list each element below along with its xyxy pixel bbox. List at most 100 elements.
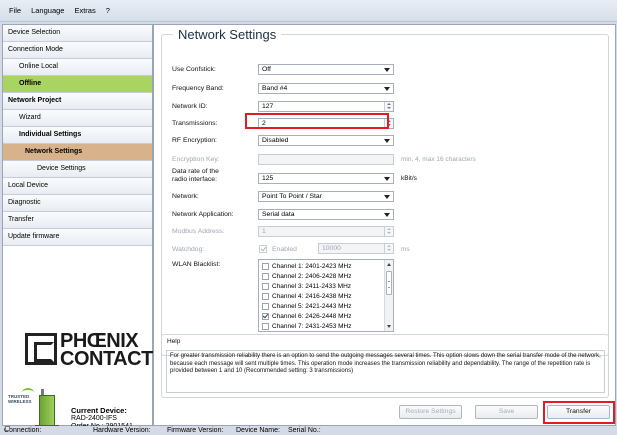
network-id-label: Network ID: — [172, 103, 208, 110]
watchdog-value: 10000 — [322, 245, 341, 252]
wlan-channel-5[interactable]: Channel 5: 2421-2443 MHz — [262, 303, 352, 311]
channel-1-checkbox[interactable] — [262, 263, 269, 270]
use-confstick-select[interactable]: Off — [258, 64, 394, 75]
phoenix-contact-logo: PHŒNIX CONTACT — [25, 330, 153, 385]
data-rate-label: Data rate of the radio interface: — [172, 168, 219, 183]
modbus-address-label: Modbus Address: — [172, 228, 225, 235]
scroll-down-icon[interactable] — [387, 325, 391, 328]
channel-7-checkbox[interactable] — [262, 323, 269, 330]
channel-5-checkbox[interactable] — [262, 303, 269, 310]
phoenix-logo-icon — [25, 333, 57, 365]
modbus-address-stepper[interactable]: 1 — [258, 226, 394, 237]
frequency-band-value: Band #4 — [262, 85, 288, 92]
use-confstick-value: Off — [262, 66, 271, 73]
wlan-channel-7[interactable]: Channel 7: 2431-2453 MHz — [262, 323, 352, 331]
save-button[interactable]: Save — [475, 405, 538, 419]
chevron-down-icon — [384, 195, 390, 199]
status-hardware-version: Hardware Version: — [93, 427, 151, 434]
watchdog-enabled-checkbox[interactable] — [259, 245, 267, 253]
network-value: Point To Point / Star — [262, 193, 322, 200]
scroll-thumb[interactable] — [386, 271, 392, 295]
channel-2-label: Channel 2: 2406-2428 MHz — [272, 273, 352, 281]
network-settings-group: Network Settings Use Confstick: Off Freq… — [161, 27, 609, 356]
spinner-icon[interactable] — [384, 227, 393, 236]
channel-7-label: Channel 7: 2431-2453 MHz — [272, 323, 352, 331]
sidebar-item-connection-mode[interactable]: Connection Mode — [3, 42, 152, 59]
spinner-icon[interactable] — [384, 102, 393, 111]
wlan-channel-3[interactable]: Channel 3: 2411-2433 MHz — [262, 283, 351, 291]
sidebar-item-network-settings[interactable]: Network Settings — [3, 144, 152, 161]
status-firmware-version: Firmware Version: — [167, 427, 224, 434]
data-rate-label-line2: radio interface: — [172, 175, 217, 183]
network-application-label: Network Application: — [172, 211, 234, 218]
frequency-band-select[interactable]: Band #4 — [258, 83, 394, 94]
restore-settings-button[interactable]: Restore Settings — [399, 405, 462, 419]
menu-bar: File Language Extras ? — [0, 0, 617, 22]
network-id-value: 127 — [262, 103, 274, 110]
network-select[interactable]: Point To Point / Star — [258, 191, 394, 202]
data-rate-unit: kBit/s — [401, 175, 417, 182]
wlan-channel-4[interactable]: Channel 4: 2416-2438 MHz — [262, 293, 352, 301]
help-label: Help — [167, 338, 181, 345]
sidebar-item-diagnostic[interactable]: Diagnostic — [3, 195, 152, 212]
scroll-up-icon[interactable] — [387, 263, 391, 266]
spinner-icon[interactable] — [384, 244, 393, 253]
network-id-stepper[interactable]: 127 — [258, 101, 394, 112]
channel-2-checkbox[interactable] — [262, 273, 269, 280]
chevron-down-icon — [384, 177, 390, 181]
sidebar-item-update-firmware[interactable]: Update firmware — [3, 229, 152, 246]
data-rate-select[interactable]: 125 — [258, 173, 394, 184]
frequency-band-label: Frequency Band: — [172, 85, 224, 92]
sidebar-item-local-device[interactable]: Local Device — [3, 178, 152, 195]
sidebar: Device Selection Connection Mode Online … — [2, 24, 153, 435]
wlan-channel-6[interactable]: Channel 6: 2426-2448 MHz — [262, 313, 352, 321]
watchdog-label: Watchdog: — [172, 246, 205, 253]
data-rate-label-line1: Data rate of the — [172, 168, 219, 175]
menu-help[interactable]: ? — [101, 6, 115, 15]
watchdog-enabled-label: Enabled — [272, 246, 297, 253]
encryption-key-label: Encryption Key: — [172, 156, 220, 163]
watchdog-value-stepper[interactable]: 10000 — [318, 243, 394, 254]
sidebar-item-offline[interactable]: Offline — [3, 76, 152, 93]
chevron-down-icon — [384, 87, 390, 91]
channel-6-label: Channel 6: 2426-2448 MHz — [272, 313, 352, 321]
sidebar-item-individual-settings[interactable]: Individual Settings — [3, 127, 152, 144]
channel-3-checkbox[interactable] — [262, 283, 269, 290]
main-panel: Network Settings Use Confstick: Off Freq… — [153, 24, 616, 426]
wlan-scrollbar[interactable] — [384, 260, 393, 331]
chevron-down-icon — [384, 139, 390, 143]
chevron-down-icon — [384, 213, 390, 217]
rf-encryption-label: RF Encryption: — [172, 137, 217, 144]
wlan-channel-2[interactable]: Channel 2: 2406-2428 MHz — [262, 273, 352, 281]
sidebar-item-wizard[interactable]: Wizard — [3, 110, 152, 127]
wlan-blacklist-list[interactable]: Channel 1: 2401-2423 MHz Channel 2: 2406… — [258, 259, 394, 332]
rf-encryption-value: Disabled — [262, 137, 289, 144]
channel-5-label: Channel 5: 2421-2443 MHz — [272, 303, 352, 311]
trusted-wireless-text: TRUSTED WIRELESS — [8, 394, 32, 404]
channel-4-label: Channel 4: 2416-2438 MHz — [272, 293, 352, 301]
channel-1-label: Channel 1: 2401-2423 MHz — [272, 263, 352, 271]
sidebar-item-online-local[interactable]: Online Local — [3, 59, 152, 76]
status-bar: Connection: Hardware Version: Firmware V… — [0, 426, 617, 435]
menu-file[interactable]: File — [4, 6, 26, 15]
sidebar-item-device-selection[interactable]: Device Selection — [3, 25, 152, 42]
sidebar-item-device-settings[interactable]: Device Settings — [3, 161, 152, 178]
channel-4-checkbox[interactable] — [262, 293, 269, 300]
channel-6-checkbox[interactable] — [262, 313, 269, 320]
menu-extras[interactable]: Extras — [69, 6, 100, 15]
rf-encryption-select[interactable]: Disabled — [258, 135, 394, 146]
network-application-select[interactable]: Serial data — [258, 209, 394, 220]
help-text: For greater transmission reliability the… — [166, 350, 605, 393]
sidebar-item-network-project[interactable]: Network Project — [3, 93, 152, 110]
transmissions-label: Transmissions: — [172, 120, 218, 127]
sidebar-item-transfer[interactable]: Transfer — [3, 212, 152, 229]
menu-language[interactable]: Language — [26, 6, 69, 15]
data-rate-value: 125 — [262, 175, 274, 182]
device-model: RAD-2400-IFS — [71, 415, 117, 422]
wlan-blacklist-label: WLAN Blacklist: — [172, 261, 221, 268]
network-label: Network: — [172, 193, 199, 200]
encryption-key-input[interactable] — [258, 154, 394, 165]
network-application-value: Serial data — [262, 211, 295, 218]
status-device-name: Device Name: — [236, 427, 280, 434]
wlan-channel-1[interactable]: Channel 1: 2401-2423 MHz — [262, 263, 352, 271]
